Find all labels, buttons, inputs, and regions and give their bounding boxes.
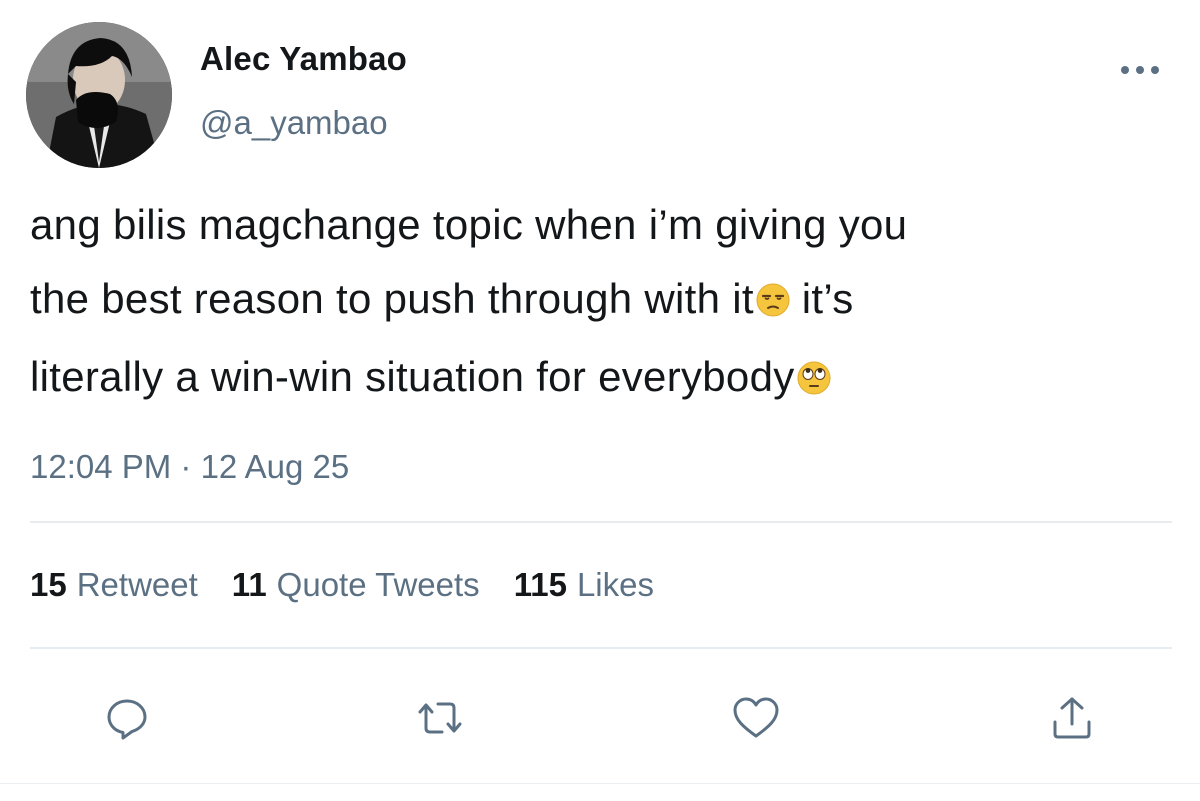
- retweet-count-number: 15: [30, 566, 67, 603]
- heart-icon: [733, 697, 779, 738]
- likes-count-number: 115: [513, 566, 567, 603]
- tweet-actions-bar: [0, 690, 1200, 746]
- divider: [0, 783, 1200, 784]
- tweet-text-line-3: literally a win-win situation for everyb…: [30, 340, 1170, 418]
- share-button[interactable]: [1044, 690, 1100, 746]
- reply-icon: [107, 699, 147, 740]
- tweet-timestamp[interactable]: 12:04 PM · 12 Aug 25: [30, 448, 349, 486]
- retweet-button[interactable]: [412, 690, 468, 746]
- author-display-name[interactable]: Alec Yambao: [200, 40, 407, 78]
- tweet-detail: Alec Yambao @a_yambao ang bilis magchang…: [0, 0, 1200, 801]
- tweet-text-line-2: the best reason to push through with it …: [30, 262, 1170, 340]
- rolling-eyes-face-icon: [797, 344, 831, 418]
- divider: [30, 647, 1172, 649]
- avatar-photo-icon: [26, 22, 172, 168]
- retweet-icon: [418, 702, 462, 734]
- quote-tweets-count[interactable]: 11 Quote Tweets: [232, 566, 480, 604]
- tweet-text-segment: it’s: [789, 275, 854, 322]
- tweet-text: ang bilis magchange topic when i’m givin…: [30, 188, 1170, 418]
- author-handle[interactable]: @a_yambao: [200, 104, 388, 142]
- tweet-text-segment: the best reason to push through with it: [30, 275, 754, 322]
- like-button[interactable]: [728, 690, 784, 746]
- tweet-text-segment: literally a win-win situation for everyb…: [30, 353, 795, 400]
- tweet-text-line-1: ang bilis magchange topic when i’m givin…: [30, 201, 908, 248]
- quote-tweets-count-label: Quote Tweets: [276, 566, 480, 603]
- share-icon: [1053, 697, 1091, 739]
- divider: [30, 521, 1172, 523]
- more-icon: [1121, 66, 1159, 74]
- reply-button[interactable]: [99, 690, 155, 746]
- retweet-count-label: Retweet: [76, 566, 198, 603]
- avatar[interactable]: [26, 22, 172, 168]
- likes-count[interactable]: 115 Likes: [514, 566, 654, 604]
- more-options-button[interactable]: [1118, 56, 1162, 84]
- likes-count-label: Likes: [576, 566, 654, 603]
- quote-tweets-count-number: 11: [231, 566, 267, 603]
- retweet-count[interactable]: 15 Retweet: [30, 566, 198, 604]
- tweet-stats: 15 Retweet 11 Quote Tweets 115 Likes: [30, 566, 654, 604]
- unamused-face-icon: [756, 266, 790, 340]
